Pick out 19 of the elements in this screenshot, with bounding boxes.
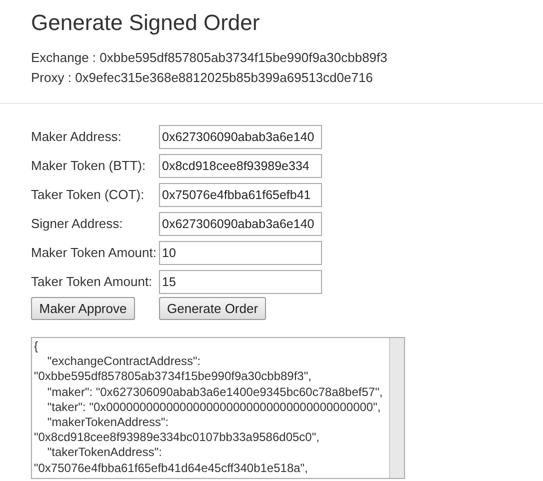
input-field[interactable]: 0x8cd918cee8f93989e334 <box>159 154 322 178</box>
input-field[interactable]: 0x627306090abab3a6e140 <box>159 212 322 236</box>
input-field[interactable]: 0x75076e4fbba61f65efb41 <box>159 182 322 206</box>
input-field[interactable]: 10 <box>159 240 322 264</box>
order-json-text: { "exchangeContractAddress": "0xbbe595df857805ab3734f15be990f9a30cbb89f3", "maker": "0x627306090abab3a6e1400e9345bc60c78a8bef57", "taker": "0x0000000000000000000000000000000000000000", "makerTokenAddress": "0x8cd918cee8f93989e334bc0107bb33a9586d05c0", "takerTokenAddress": "0x75076e4fbba61f65efb41d64e45cff340b1e518a", <box>33 338 384 476</box>
approve-button[interactable]: Maker Approve <box>31 297 135 320</box>
scrollbar[interactable] <box>389 338 404 478</box>
field-label: Taker Token (COT): <box>31 187 146 202</box>
field-label: Signer Address: <box>31 216 124 231</box>
page-title: Generate Signed Order <box>31 10 261 36</box>
field-label: Taker Token Amount: <box>31 274 154 289</box>
info-line: Proxy : 0x9efec315e368e8812025b85b399a69513cd0e716 <box>31 69 374 87</box>
generate-button[interactable]: Generate Order <box>159 297 266 320</box>
input-field[interactable]: 15 <box>159 270 322 294</box>
field-label: Maker Address: <box>31 129 122 144</box>
field-label: Maker Token Amount: <box>31 245 158 260</box>
input-field[interactable]: 0x627306090abab3a6e140 <box>159 124 322 148</box>
field-label: Maker Token (BTT): <box>31 158 147 173</box>
info-line: Exchange : 0xbbe595df857805ab3734f15be990f9a30cbb89f3 <box>31 49 388 67</box>
